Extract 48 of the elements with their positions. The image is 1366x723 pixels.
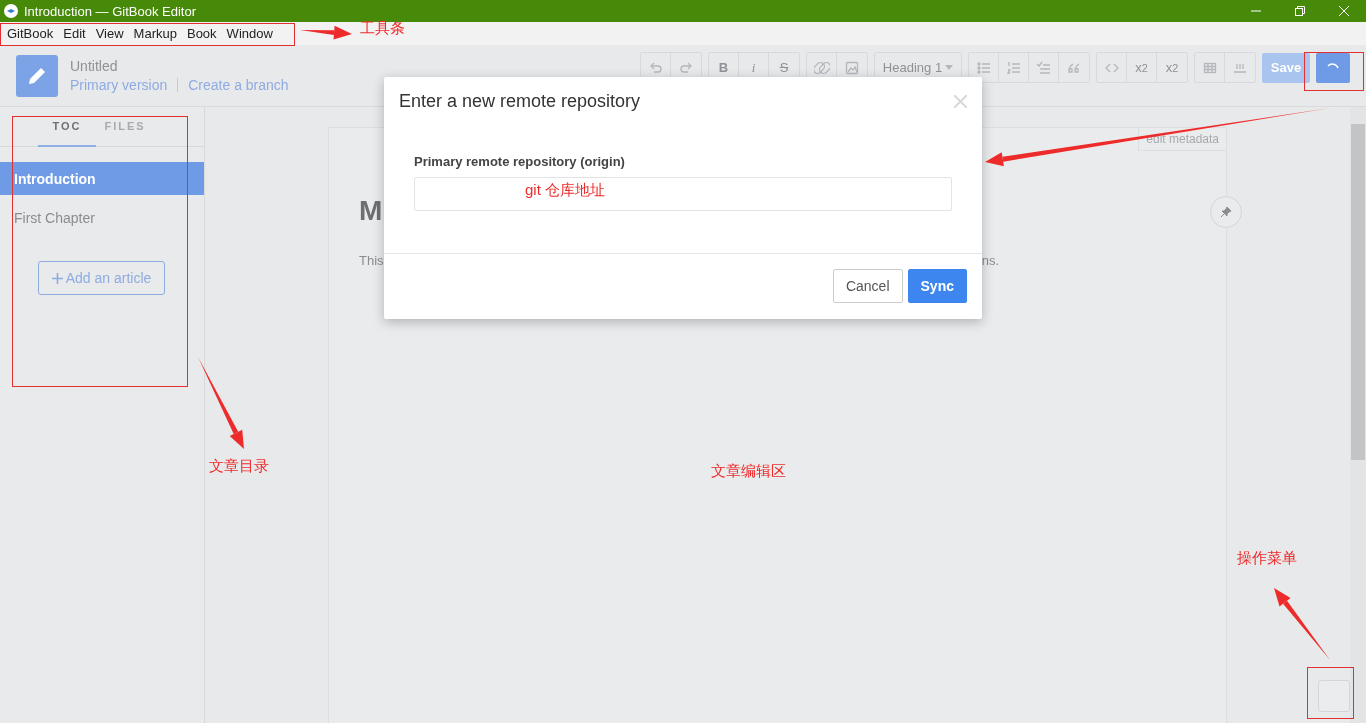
numbered-list-icon	[1005, 59, 1022, 76]
code-button[interactable]	[1097, 53, 1127, 82]
book-title: Untitled	[70, 58, 119, 74]
toc-item[interactable]: First Chapter	[0, 201, 204, 234]
caret-icon	[945, 65, 954, 70]
menu-item[interactable]: Window	[221, 26, 278, 41]
menu-item[interactable]: Book	[181, 26, 222, 41]
toc-item[interactable]: Introduction	[0, 162, 204, 195]
paragraph-text: ns.	[981, 253, 999, 268]
field-label: Primary remote repository (origin)	[414, 154, 626, 169]
menu-item[interactable]: Markup	[128, 26, 182, 41]
annotation-arrow	[300, 25, 352, 40]
image-icon	[844, 59, 860, 76]
annotation-box	[1307, 667, 1354, 719]
annotation-label: 操作菜单	[1237, 549, 1297, 568]
annotation-label: 文章目录	[209, 457, 269, 476]
pin-button[interactable]	[1210, 196, 1242, 228]
checklist-icon	[1035, 59, 1052, 76]
bulleted-list-button[interactable]	[969, 53, 999, 82]
sidebar-tab[interactable]: FILES	[96, 107, 154, 147]
annotation-label: 文章编辑区	[711, 462, 786, 481]
version-link[interactable]: Primary version	[70, 77, 168, 93]
menu-item[interactable]: Edit	[58, 26, 91, 41]
book-cover-icon	[16, 54, 58, 97]
window-title: Introduction — GitBook Editor	[24, 3, 197, 19]
actions-menu-button[interactable]	[1318, 680, 1350, 712]
link-icon	[813, 59, 830, 76]
annotation-label: git 仓库地址	[525, 181, 605, 200]
menu-item[interactable]: View	[90, 26, 129, 41]
app-logo-icon	[4, 4, 18, 18]
cancel-button[interactable]: Cancel	[832, 269, 903, 303]
plus-icon	[51, 272, 63, 284]
sidebar-tab[interactable]: TOC	[38, 107, 96, 147]
dialog-title: Enter a new remote repository	[399, 90, 641, 112]
add-article-button[interactable]: Add an article	[38, 261, 165, 295]
pin-icon	[1221, 207, 1231, 217]
repository-url-field[interactable]	[414, 177, 952, 211]
menu-item[interactable]: GitBook	[2, 26, 59, 41]
page-heading: M	[359, 195, 384, 227]
paragraph-text: This	[359, 253, 384, 268]
annotation-box	[1304, 52, 1364, 91]
create-branch-link[interactable]: Create a branch	[188, 77, 289, 93]
sync-button[interactable]: Sync	[907, 269, 967, 303]
restore-icon[interactable]	[1295, 6, 1305, 16]
table-button[interactable]	[1195, 53, 1225, 82]
sync-button[interactable]	[1316, 52, 1350, 83]
scrollbar[interactable]	[1350, 107, 1366, 723]
annotation-label: 工具条	[360, 19, 405, 38]
